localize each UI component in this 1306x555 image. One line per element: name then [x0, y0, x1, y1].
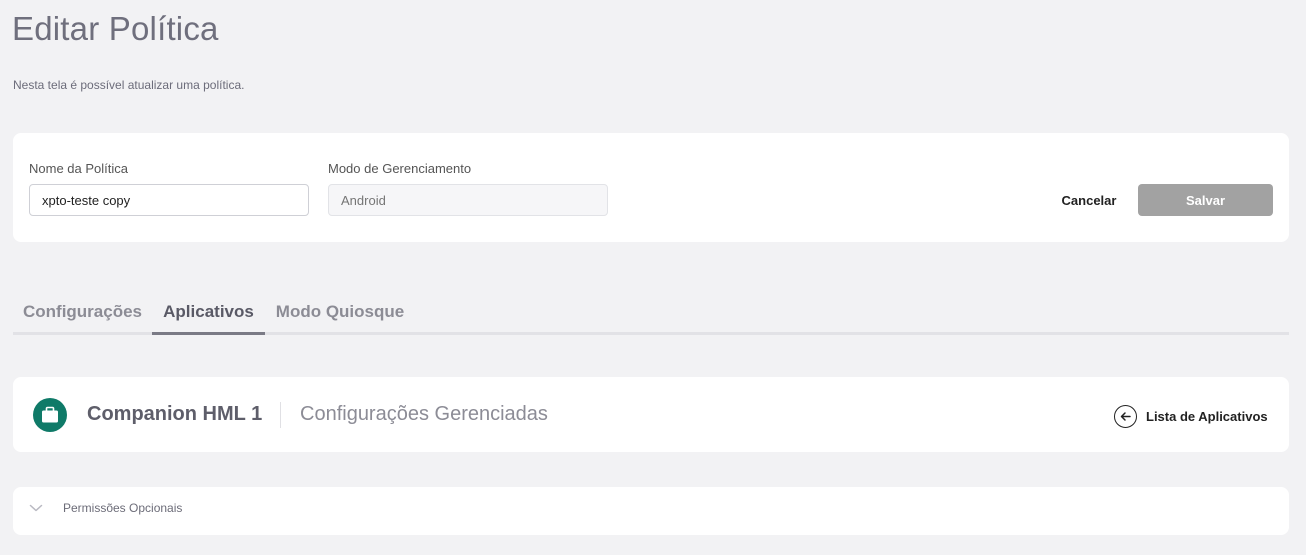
header-divider — [280, 402, 281, 428]
optional-permissions-card: Permissões Opcionais — [13, 487, 1289, 535]
chevron-down-icon — [29, 504, 43, 512]
tab-modo-quiosque[interactable]: Modo Quiosque — [265, 298, 415, 332]
tab-aplicativos[interactable]: Aplicativos — [152, 298, 265, 335]
management-mode-label: Modo de Gerenciamento — [328, 161, 472, 176]
tab-bar: Configurações Aplicativos Modo Quiosque — [13, 298, 1289, 335]
policy-form-card: Nome da Política Modo de Gerenciamento C… — [13, 133, 1289, 242]
page-title: Editar Política — [12, 10, 219, 47]
app-header-card: Companion HML 1 Configurações Gerenciada… — [13, 377, 1289, 452]
cancel-button[interactable]: Cancelar — [1049, 184, 1129, 216]
policy-name-label: Nome da Política — [29, 161, 128, 176]
app-icon — [33, 398, 67, 432]
section-title: Configurações Gerenciadas — [300, 403, 548, 425]
arrow-left-icon — [1114, 404, 1137, 428]
optional-permissions-toggle[interactable]: Permissões Opcionais — [29, 501, 182, 515]
policy-name-input[interactable] — [29, 184, 309, 216]
save-button[interactable]: Salvar — [1138, 184, 1273, 216]
app-list-link[interactable]: Lista de Aplicativos — [1114, 403, 1268, 429]
page-subtitle: Nesta tela é possível atualizar uma polí… — [13, 78, 245, 92]
tab-configuracoes[interactable]: Configurações — [13, 298, 152, 332]
app-list-link-label: Lista de Aplicativos — [1146, 408, 1268, 424]
briefcase-icon — [42, 406, 58, 423]
optional-permissions-label: Permissões Opcionais — [63, 501, 183, 515]
management-mode-input — [328, 184, 608, 216]
app-name: Companion HML 1 — [87, 403, 263, 425]
